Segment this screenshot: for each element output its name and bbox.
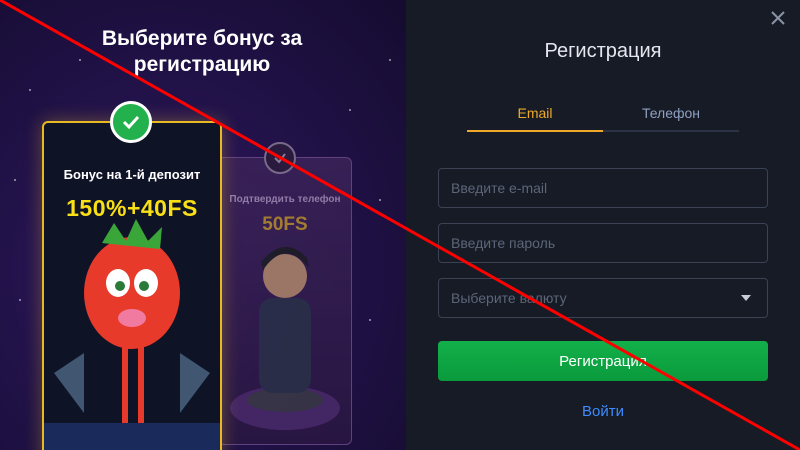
chevron-down-icon	[741, 295, 751, 301]
promo-title-line2: регистрацию	[133, 53, 271, 76]
tab-email[interactable]: Email	[467, 100, 603, 132]
selected-badge	[110, 101, 152, 143]
register-button[interactable]: Регистрация	[438, 341, 768, 381]
tab-phone[interactable]: Телефон	[603, 100, 739, 132]
check-icon	[274, 153, 286, 164]
promo-title-line1: Выберите бонус за	[101, 27, 303, 50]
bonus-card-subtitle: Бонус на 1-й депозит	[63, 167, 201, 182]
email-field[interactable]	[438, 168, 768, 208]
login-link[interactable]: Войти	[406, 403, 800, 420]
close-icon[interactable]	[766, 6, 790, 30]
bonus-card-value: 150%+40FS	[66, 195, 198, 221]
page-title: Регистрация	[544, 40, 662, 62]
character-illustration	[230, 246, 340, 430]
registration-panel: Регистрация Email Телефон Выберите валют…	[406, 0, 800, 450]
auth-method-tabs: Email Телефон	[467, 100, 740, 132]
currency-select-placeholder: Выберите валюту	[451, 290, 567, 306]
password-field[interactable]	[438, 223, 768, 263]
bonus-panel: Выберите бонус за регистрацию Подтвердит…	[0, 0, 406, 450]
promo-title: Выберите бонус за регистрацию	[62, 26, 342, 78]
bonus-card-deposit[interactable]: Бонус на 1-й депозит 150%+40FS	[42, 121, 222, 450]
currency-select[interactable]: Выберите валюту	[438, 278, 768, 318]
unselected-badge	[264, 142, 296, 174]
check-icon	[122, 115, 140, 130]
bonus-card-phone[interactable]: Подтвердить телефон 50FS	[218, 157, 352, 445]
